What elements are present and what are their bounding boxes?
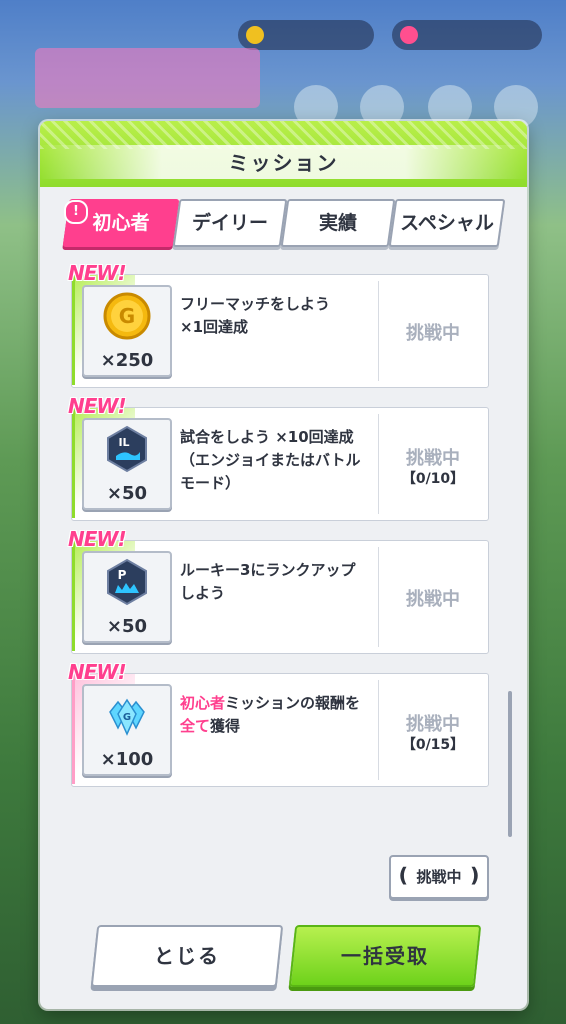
tab-label: デイリー	[191, 212, 268, 234]
scrollbar[interactable]	[508, 691, 512, 837]
card-divider	[378, 414, 379, 514]
reward-box: G ×100	[82, 684, 172, 776]
card-divider	[378, 680, 379, 780]
mission-description: ルーキー3にランクアップ しよう	[180, 561, 356, 602]
mission-progress: 【0/10】	[401, 471, 465, 487]
claim-all-button-label: 一括受取	[341, 944, 429, 968]
new-tag: NEW!	[68, 261, 127, 285]
new-tag: NEW!	[68, 660, 127, 684]
status-filter-button[interactable]: ❪ 挑戦中 ❫	[389, 855, 489, 899]
claim-all-button[interactable]: 一括受取	[288, 925, 482, 987]
mission-card[interactable]: NEW! P ×50 ルーキー3にランクアップ しよう 挑戦中	[68, 527, 489, 654]
svg-text:P: P	[118, 568, 127, 582]
heart-icon	[400, 26, 418, 44]
gem-counter-pill	[392, 20, 542, 50]
gold-coin-icon: G	[103, 292, 151, 340]
reward-box: P ×50	[82, 551, 172, 643]
tab-label: スペシャル	[400, 212, 494, 234]
p-hexagon-item-icon: P	[107, 558, 147, 606]
mission-card[interactable]: NEW! G ×100 初心者ミッションの報酬を 全て獲得 挑戦中 【0/15】	[68, 660, 489, 787]
tab-daily[interactable]: デイリー	[172, 199, 288, 247]
mission-status: 挑戦中	[406, 714, 460, 735]
coin-icon	[246, 26, 264, 44]
mission-card[interactable]: NEW! G ×250 フリーマッチをしよう ×1回達成 挑戦中	[68, 261, 489, 388]
mission-status: 挑戦中	[406, 589, 460, 610]
tab-alert-badge: !	[64, 200, 88, 224]
tab-label: 実績	[318, 212, 357, 234]
blue-gem-icon: G	[109, 698, 145, 736]
tab-achievements[interactable]: 実績	[280, 199, 396, 247]
mission-status: 挑戦中	[406, 323, 460, 344]
mission-description: 試合をしよう ×10回達成 （エンジョイまたはバトル モード）	[180, 428, 361, 492]
close-button[interactable]: とじる	[90, 925, 284, 987]
il-hexagon-item-icon: IL	[107, 425, 147, 473]
svg-text:IL: IL	[118, 436, 129, 449]
mission-description: 初心者ミッションの報酬を 全て獲得	[180, 694, 361, 735]
reward-quantity: ×50	[106, 616, 148, 637]
close-button-label: とじる	[154, 944, 220, 968]
mission-status: 挑戦中	[406, 448, 460, 469]
mission-progress: 【0/15】	[401, 737, 465, 753]
svg-text:G: G	[123, 712, 131, 723]
card-divider	[378, 281, 379, 381]
card-divider	[378, 547, 379, 647]
mission-description: フリーマッチをしよう ×1回達成	[180, 295, 331, 336]
tab-special[interactable]: スペシャル	[388, 199, 506, 247]
reward-quantity: ×250	[100, 350, 154, 371]
reward-box: G ×250	[82, 285, 172, 377]
mission-card[interactable]: NEW! IL ×50 試合をしよう ×10回達成 （エンジョイまたはバトル モ…	[68, 394, 489, 521]
background-banner	[35, 48, 260, 108]
new-tag: NEW!	[68, 394, 127, 418]
coin-counter-pill	[238, 20, 374, 50]
reward-quantity: ×50	[106, 483, 148, 504]
reward-quantity: ×100	[100, 749, 154, 770]
reward-box: IL ×50	[82, 418, 172, 510]
dialog-title: ミッション	[228, 151, 339, 175]
cycle-right-icon: ❫	[466, 863, 483, 887]
svg-text:G: G	[119, 304, 135, 328]
background-hud	[0, 0, 566, 129]
new-tag: NEW!	[68, 527, 127, 551]
mission-dialog: ミッション ! 初心者 デイリー 実績 スペシャル NEW! G ×250 フリ…	[40, 121, 527, 1009]
